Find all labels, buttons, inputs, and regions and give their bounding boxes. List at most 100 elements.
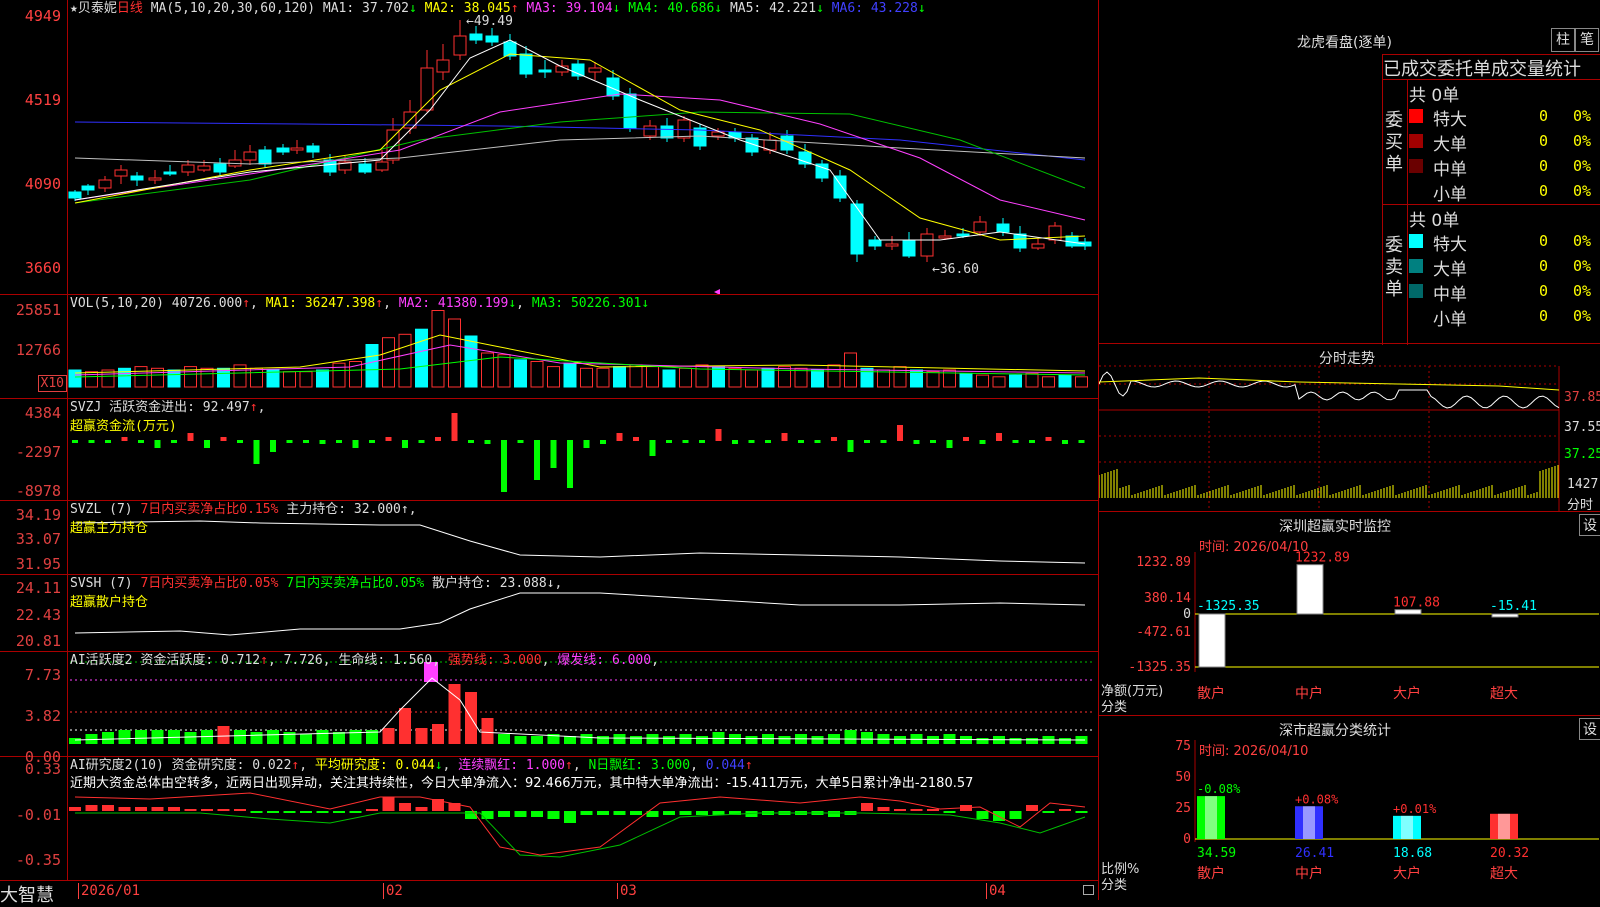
price-pane[interactable]: 4949 4519 4090 3660 ★贝泰妮日线 MA(5,10,20,30… — [0, 0, 1098, 295]
order-value: 0 — [1539, 307, 1549, 325]
order-stats-box: 龙虎看盘(逐单) 柱 笔 已成交委托单成交量统计 委买单 委卖单 共 0单 共 … — [1099, 0, 1600, 345]
ma5-value: 42.221 — [769, 1, 817, 16]
ai1-bar — [498, 734, 510, 744]
candle-body — [453, 35, 467, 56]
candle-body — [623, 93, 637, 129]
svzj-bar — [187, 433, 194, 441]
candle-body — [938, 235, 952, 239]
ai2-bar — [910, 809, 923, 811]
ai1-bar — [481, 718, 494, 744]
vol-arrow: ↑ — [242, 296, 251, 311]
brand-logo[interactable]: 大智慧 — [0, 881, 68, 907]
ai2-bar — [927, 809, 939, 811]
ai2-bar — [366, 809, 378, 811]
svzj-bar — [303, 440, 309, 443]
ai2-header: AI研究度2(10) 资金研究度: 0.022↑, 平均研究度: 0.044↓,… — [70, 758, 753, 773]
color-swatch — [1409, 259, 1423, 273]
order-table: 已成交委托单成交量统计 委买单 委卖单 共 0单 共 0单 特大 0 0% 大单… — [1382, 54, 1600, 345]
period-label[interactable]: 日线 — [117, 1, 143, 16]
ai1-bar — [861, 732, 873, 744]
ai2-bar — [201, 809, 213, 811]
monitor-box: 深圳超赢实时监控 设 时间: 2026/04/10 1232.89 380.14 0… — [1099, 512, 1600, 716]
volume-bar — [745, 369, 758, 388]
classify-bar-shine — [1205, 796, 1217, 839]
volume-bar — [1075, 376, 1088, 388]
ai1-t1: 资金活跃度: 0.712 — [140, 653, 261, 668]
volume-header: VOL(5,10,20) 40726.000↑, MA1: 36247.398↑… — [70, 296, 650, 311]
svzl-pane[interactable]: 34.19 33.07 31.95 SVZL (7) 7日内买卖净占比0.15%… — [0, 501, 1098, 575]
vol-ma3: MA3: 50226.301 — [531, 296, 642, 311]
order-row: 大单 0 0% — [1409, 255, 1599, 280]
ai1-bar — [745, 736, 758, 744]
ai1-t5: 爆发线: 6.000 — [557, 653, 652, 668]
order-row: 大单 0 0% — [1409, 130, 1599, 155]
vol-ma2-arrow: ↓ — [508, 296, 517, 311]
svzj-bar — [72, 440, 78, 443]
ai1-bar — [811, 736, 824, 744]
intraday-chart[interactable] — [1099, 344, 1600, 512]
classify-tick: 0 — [1183, 832, 1191, 847]
ai2-t3-arrow: ↑ — [564, 758, 573, 773]
candle-body — [1013, 233, 1027, 249]
order-type: 中单 — [1433, 160, 1467, 180]
svzj-value: 92.497 — [202, 400, 250, 415]
ai1-bar — [333, 732, 345, 744]
ai1-bar — [778, 736, 791, 744]
svsh-pane[interactable]: 24.11 22.43 20.81 SVSH (7) 7日内买卖净占比0.05%… — [0, 575, 1098, 652]
svzj-bar — [385, 437, 392, 441]
volume-bar — [926, 371, 940, 388]
ai2-bar — [1075, 811, 1088, 813]
ai2-t5: 0.044 — [705, 758, 745, 773]
svzj-label: SVZJ — [70, 400, 102, 415]
volume-bar — [580, 367, 593, 388]
candlestick-chart[interactable] — [0, 0, 1098, 294]
svzj-bar — [369, 440, 375, 443]
candle-body — [375, 161, 389, 171]
svzl-t1: 7日内买卖净占比0.15% — [140, 502, 279, 517]
volume-bar — [992, 376, 1006, 388]
ma3-value: 39.104 — [565, 1, 613, 16]
candle-body — [973, 221, 987, 233]
svzj-bar — [484, 440, 491, 444]
candle-body — [538, 69, 552, 73]
classify-category: 中户 — [1295, 865, 1323, 882]
candle-body — [197, 165, 211, 171]
svzj-bar — [781, 433, 788, 441]
classify-change: +0.01% — [1393, 802, 1437, 816]
vol-label: VOL(5,10,20) — [70, 296, 164, 311]
svzj-bar — [1012, 440, 1019, 443]
ai2-bar — [481, 811, 494, 819]
stock-name[interactable]: 贝泰妮 — [78, 1, 117, 16]
candle-body — [956, 233, 970, 237]
svzj-pane[interactable]: 4384 -2297 -8978 SVZJ 活跃资金进出: 92.497↑, 超… — [0, 399, 1098, 501]
svzj-bar — [831, 437, 837, 441]
ma-params: MA(5,10,20,30,60,120) — [150, 1, 316, 16]
svzl-header: SVZL (7) 7日内买卖净占比0.15% 主力持仓: 32.000↑, — [70, 502, 417, 517]
monitor-value: 107.88 — [1393, 596, 1440, 611]
svzj-bar — [171, 440, 177, 443]
ai2-bar — [234, 809, 246, 811]
ai-activity-pane[interactable]: 7.73 3.82 0.00 AI活跃度2 资金活跃度: 0.712↑, 7.7… — [0, 652, 1098, 765]
tab-bar-view[interactable]: 柱 — [1551, 28, 1575, 52]
lock-icon[interactable] — [1083, 885, 1094, 895]
svzj-bar — [220, 437, 227, 441]
svzj-bar — [105, 440, 111, 443]
classify-box: 深市超赢分类统计 设 时间: 2026/04/10 75 50 25 0 34.59 -0… — [1099, 716, 1600, 900]
color-swatch — [1409, 159, 1423, 173]
svzj-bar — [468, 440, 474, 443]
candle-body — [114, 169, 128, 177]
volume-bar — [514, 359, 527, 388]
classify-value: 26.41 — [1295, 846, 1334, 861]
ma4-arrow: ↓ — [714, 1, 723, 16]
ai2-bar — [943, 811, 956, 813]
ai-research-pane[interactable]: 0.33 -0.01 -0.35 AI研究度2(10) 资金研究度: 0.022… — [0, 757, 1098, 880]
svzj-bar — [930, 440, 936, 443]
intraday-box[interactable]: 分时走势 37.85 37.55 37.25 1427 分时 — [1099, 344, 1600, 513]
ai2-t5-arrow: ↑ — [744, 758, 753, 773]
volume-pane[interactable]: 25851 12766 X10 VOL(5,10,20) 40726.000↑,… — [0, 295, 1098, 399]
ai2-bar — [267, 811, 279, 813]
tab-tick-view[interactable]: 笔 — [1575, 28, 1599, 52]
ai2-bar — [184, 809, 197, 811]
monitor-bar — [1491, 613, 1519, 618]
order-value: 0 — [1539, 157, 1549, 175]
